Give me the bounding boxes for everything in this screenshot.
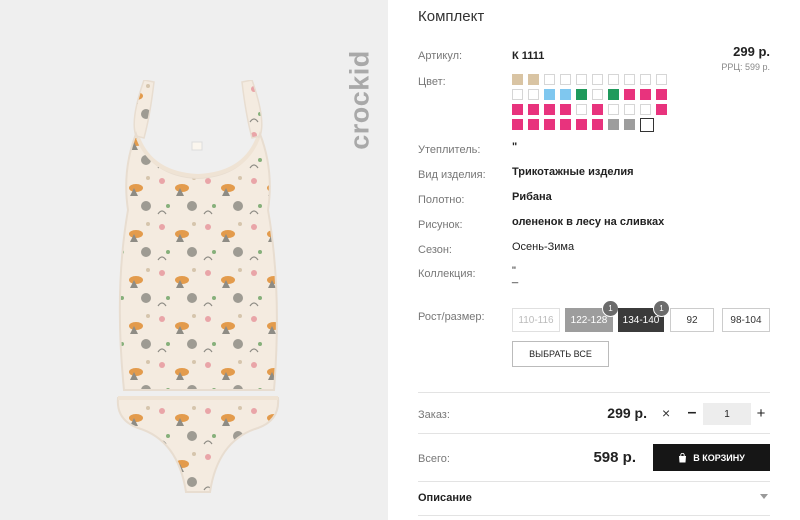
divider (418, 433, 770, 434)
size-label: Рост/размер: (418, 311, 485, 323)
recommended-retail-price: РРЦ: 599 р. (721, 62, 770, 72)
color-swatch[interactable] (640, 74, 651, 85)
color-swatch[interactable] (592, 119, 603, 130)
size-option-label: 110-116 (518, 314, 554, 326)
spec-value: олененок в лесу на сливках (512, 216, 665, 228)
garment-image (116, 80, 280, 493)
quantity-increase-button[interactable]: + (753, 404, 769, 422)
color-swatch[interactable] (512, 104, 523, 115)
color-swatch[interactable] (544, 89, 555, 100)
color-swatch[interactable] (560, 119, 571, 130)
spec-value: " (512, 141, 518, 153)
color-swatch[interactable] (544, 104, 555, 115)
color-swatch[interactable] (592, 74, 603, 85)
size-option-label: 122-128 (570, 314, 608, 326)
color-swatch[interactable] (608, 89, 619, 100)
size-option-button[interactable]: 110-116 (512, 308, 560, 332)
size-option-label: 134-140 (622, 314, 660, 326)
color-swatch[interactable] (656, 89, 667, 100)
spec-value: Осень-Зима (512, 241, 575, 253)
size-count-badge: 1 (602, 300, 619, 317)
spec-label: Полотно: (418, 194, 465, 206)
product-title: Комплект (418, 8, 485, 25)
color-swatch[interactable] (528, 74, 539, 85)
spec-label: Рисунок: (418, 219, 463, 231)
order-label: Заказ: (418, 409, 450, 421)
color-swatch[interactable] (656, 74, 667, 85)
spec-label: Утеплитель: (418, 144, 481, 156)
size-option-button[interactable]: 92 (670, 308, 714, 332)
color-swatch[interactable] (640, 118, 654, 132)
color-swatch[interactable] (528, 104, 539, 115)
color-swatch[interactable] (576, 119, 587, 130)
size-option-label: 92 (686, 314, 698, 326)
size-option-label: 98-104 (730, 314, 762, 326)
color-swatch[interactable] (624, 89, 635, 100)
color-swatch[interactable] (544, 119, 555, 130)
multiply-sign: × (662, 405, 671, 421)
color-swatch[interactable] (512, 89, 523, 100)
color-swatch[interactable] (528, 119, 539, 130)
color-swatch[interactable] (624, 119, 635, 130)
order-price: 299 р. (607, 405, 647, 421)
color-swatch[interactable] (608, 119, 619, 130)
color-swatch[interactable] (624, 104, 635, 115)
article-label: Артикул: (418, 50, 463, 62)
quantity-input[interactable] (703, 403, 751, 425)
color-swatch[interactable] (576, 89, 587, 100)
brand-logo-text: crockid (344, 50, 375, 150)
chevron-down-icon[interactable] (760, 494, 768, 499)
size-count-badge: 1 (653, 300, 670, 317)
divider (418, 481, 770, 482)
unit-price: 299 р. (733, 44, 770, 59)
color-swatch[interactable] (576, 74, 587, 85)
size-option-button[interactable]: 134-140 1 (618, 300, 670, 332)
color-label: Цвет: (418, 76, 446, 88)
add-to-cart-button[interactable]: В КОРЗИНУ (653, 444, 770, 471)
color-swatch[interactable] (624, 74, 635, 85)
product-info-panel: Комплект Артикул: К 1111 299 р. РРЦ: 599… (418, 0, 770, 520)
color-swatch[interactable] (560, 89, 571, 100)
spec-value: Рибана (512, 191, 552, 203)
quantity-decrease-button[interactable]: – (684, 404, 700, 422)
total-label: Всего: (418, 453, 450, 465)
divider (418, 392, 770, 393)
spec-label: Вид изделия: (418, 169, 486, 181)
color-swatch[interactable] (656, 104, 667, 115)
spec-value: Трикотажные изделия (512, 166, 634, 178)
color-swatch[interactable] (560, 104, 571, 115)
select-all-sizes-button[interactable]: ВЫБРАТЬ ВСЕ (512, 341, 609, 367)
color-swatch[interactable] (640, 104, 651, 115)
divider (418, 515, 770, 516)
total-price: 598 р. (593, 449, 636, 466)
add-to-cart-label: В КОРЗИНУ (693, 452, 745, 463)
spec-label: Коллекция: (418, 268, 476, 280)
size-option-button[interactable]: 98-104 (722, 308, 770, 332)
size-option-button[interactable]: 122-128 1 (565, 300, 619, 332)
spec-value: " _ (512, 265, 519, 284)
article-value: К 1111 (512, 50, 545, 62)
color-swatch[interactable] (608, 74, 619, 85)
brand-logo: crockid (345, 40, 375, 160)
product-photo[interactable]: crockid (0, 0, 388, 520)
color-swatch[interactable] (560, 74, 571, 85)
color-swatch[interactable] (544, 74, 555, 85)
color-swatch[interactable] (512, 74, 523, 85)
color-swatch[interactable] (512, 119, 523, 130)
color-swatch[interactable] (528, 89, 539, 100)
shopping-bag-icon (679, 452, 687, 462)
color-swatch[interactable] (592, 104, 603, 115)
color-swatch[interactable] (640, 89, 651, 100)
color-swatch[interactable] (576, 104, 587, 115)
color-swatch[interactable] (592, 89, 603, 100)
spec-label: Сезон: (418, 244, 452, 256)
color-swatch[interactable] (608, 104, 619, 115)
description-toggle[interactable]: Описание (418, 492, 472, 504)
